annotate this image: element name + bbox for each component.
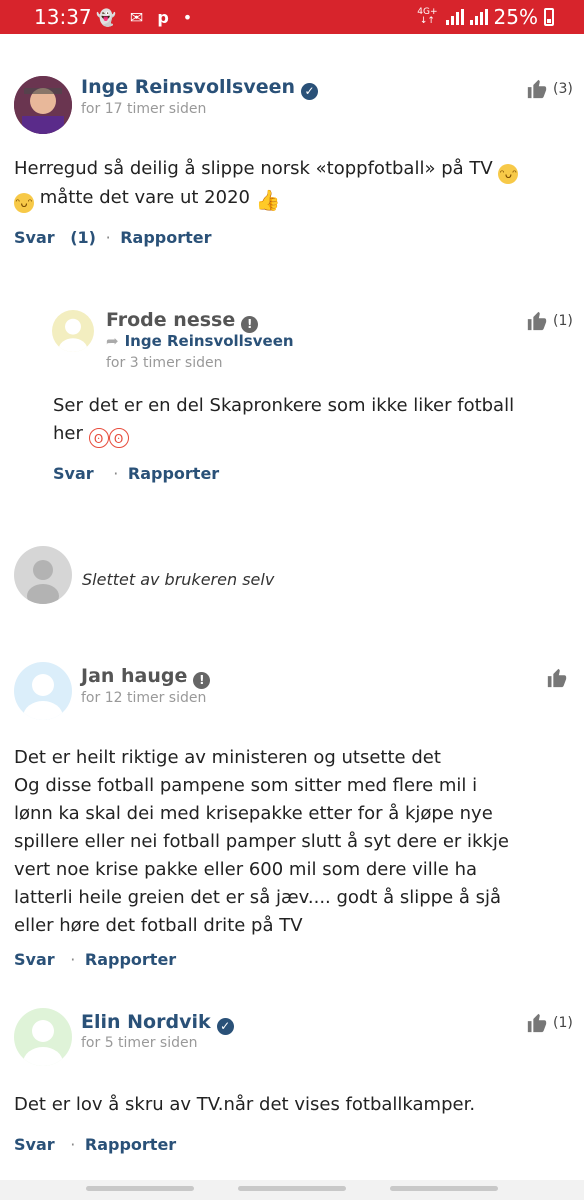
signal-icon-2 (469, 9, 488, 25)
system-nav-bar (0, 1180, 584, 1200)
comment-body: Ser det er en del Skapronkere som ikke l… (53, 395, 515, 448)
thumbs-up-icon (527, 311, 547, 331)
grinning-emoji-icon: ᵔᴗᵔ (498, 164, 519, 184)
timestamp: for 3 timer siden (106, 355, 223, 371)
reply-button[interactable]: Svar (14, 1135, 55, 1154)
deleted-text: Slettet av brukeren selv (82, 570, 275, 589)
battery-icon (544, 8, 554, 26)
clown-emoji-icon: ʘ (88, 428, 109, 448)
report-button[interactable]: Rapporter (120, 228, 211, 247)
app-p-icon: p (157, 8, 169, 27)
nav-back-button[interactable] (390, 1186, 498, 1191)
avatar[interactable] (14, 662, 72, 720)
like-button[interactable]: (3) (526, 78, 573, 100)
author-name[interactable]: Jan hauge! (81, 665, 211, 689)
signal-icon (445, 9, 464, 25)
like-count: (3) (553, 81, 573, 97)
info-icon: ! (241, 316, 259, 333)
author-name[interactable]: Frode nesse! (106, 309, 259, 333)
info-icon: ! (193, 672, 211, 689)
thumbs-up-icon (527, 79, 547, 99)
verified-icon: ✓ (216, 1018, 234, 1035)
reply-count[interactable]: (1) (70, 228, 96, 247)
thumbs-up-emoji-icon: 👍 (255, 188, 281, 212)
comment-body: Det er lov å skru av TV.når det vises fo… (14, 1094, 476, 1115)
like-button[interactable]: (1) (526, 1012, 573, 1034)
reply-button[interactable]: Svar (14, 950, 55, 969)
report-button[interactable]: Rapporter (85, 1135, 176, 1154)
clown-emoji-icon: ʘ (108, 428, 129, 448)
thumbs-up-icon (527, 1013, 547, 1033)
reply-to-link[interactable]: ➦ Inge Reinsvollsveen (106, 332, 294, 350)
status-time: 13:37 (34, 5, 92, 29)
like-count: (1) (553, 313, 573, 329)
nav-recent-button[interactable] (86, 1186, 194, 1191)
notification-dot-icon: • (182, 8, 193, 27)
avatar[interactable] (14, 1008, 72, 1066)
author-name[interactable]: Inge Reinsvollsveen ✓ (81, 76, 319, 100)
reply-button[interactable]: Svar (14, 228, 55, 247)
grinning-emoji-icon: ᵔᴗᵔ (14, 193, 34, 213)
timestamp: for 5 timer siden (81, 1035, 198, 1051)
deleted-avatar (14, 546, 72, 604)
thumbs-up-icon (547, 668, 567, 688)
email-app-icon: ✉ (129, 8, 144, 27)
status-bar: 13:37 👻 ✉ p • 4G+ ↓↑ 25% (0, 0, 584, 34)
comment-body: Herregud så deilig å slippe norsk «toppf… (14, 158, 519, 213)
nav-home-button[interactable] (238, 1186, 346, 1191)
snapchat-icon: 👻 (96, 8, 116, 27)
avatar[interactable] (52, 310, 94, 352)
comment-body: Det er heilt riktige av ministeren og ut… (14, 747, 509, 936)
reply-arrow-icon: ➦ (106, 332, 119, 350)
like-button[interactable]: (1) (526, 310, 573, 332)
timestamp: for 12 timer siden (81, 690, 207, 706)
verified-icon: ✓ (301, 83, 319, 100)
author-name[interactable]: Elin Nordvik ✓ (81, 1011, 234, 1035)
network-icon: 4G+ ↓↑ (417, 7, 438, 26)
reply-button[interactable]: Svar (53, 464, 94, 483)
avatar[interactable] (14, 76, 72, 134)
report-button[interactable]: Rapporter (85, 950, 176, 969)
timestamp: for 17 timer siden (81, 101, 207, 117)
report-button[interactable]: Rapporter (128, 464, 219, 483)
battery-percent: 25% (493, 5, 538, 29)
like-button[interactable] (546, 667, 568, 689)
like-count: (1) (553, 1015, 573, 1031)
